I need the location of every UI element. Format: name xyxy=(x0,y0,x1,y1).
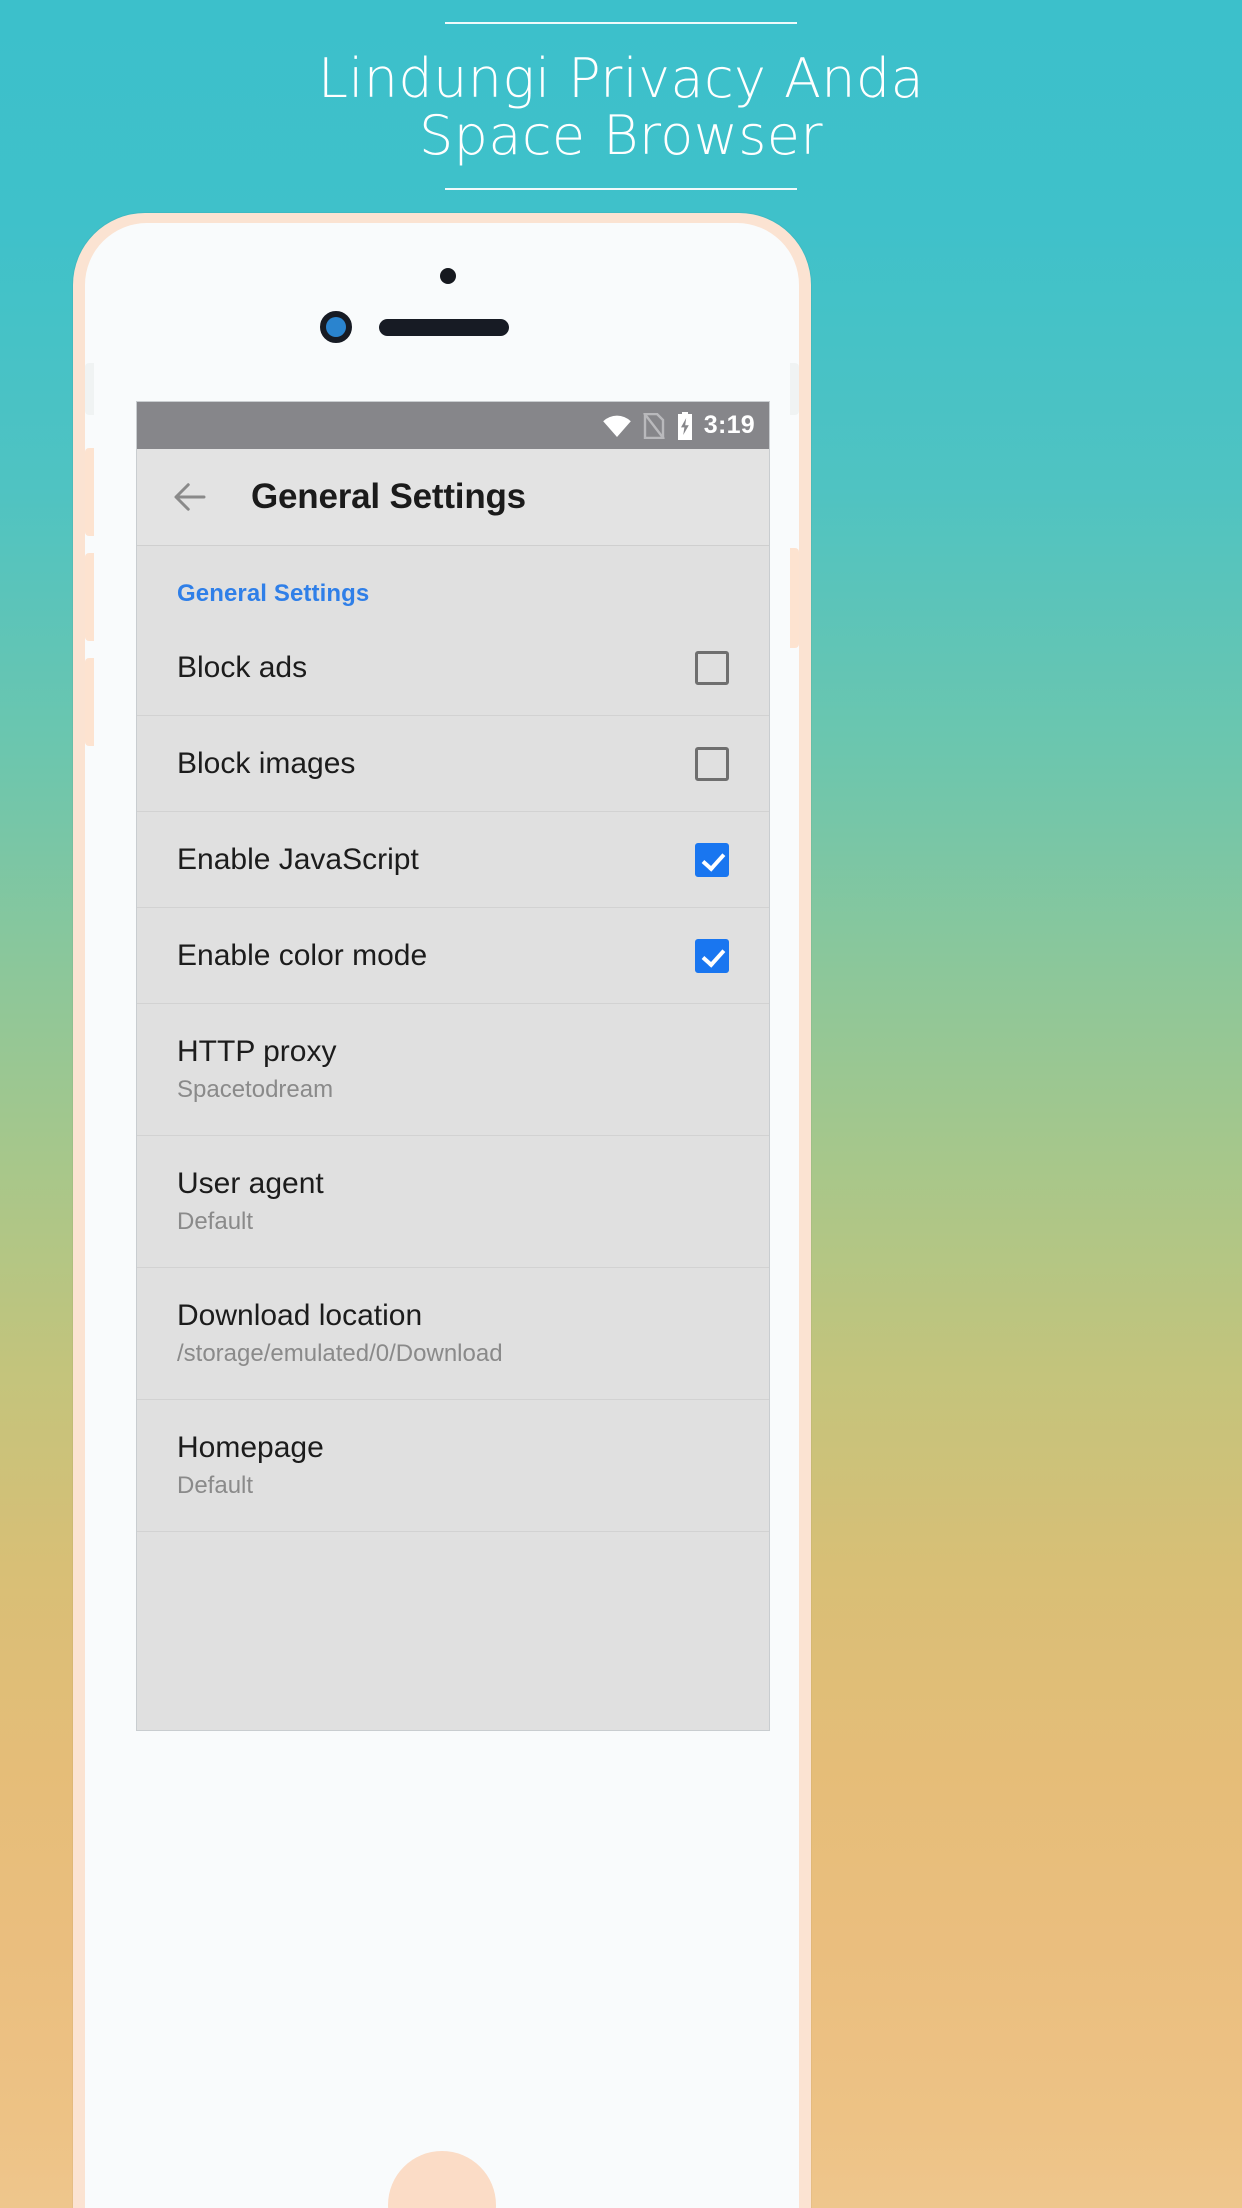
promo-screenshot: Lindungi Privacy Anda Space Browser 3:19… xyxy=(0,0,1242,2208)
earpiece-speaker-icon xyxy=(379,319,509,336)
block-images-checkbox[interactable] xyxy=(695,746,729,781)
setting-label: Block ads xyxy=(177,650,308,684)
setting-label: Homepage xyxy=(177,1431,324,1464)
setting-value: Spacetodream xyxy=(177,1076,334,1103)
setting-row-homepage[interactable]: Homepage Default xyxy=(137,1400,769,1532)
camera-lens-icon xyxy=(326,317,346,337)
promo-headline: Lindungi Privacy Anda Space Browser xyxy=(0,50,1242,164)
android-status-bar: 3:19 xyxy=(137,402,769,449)
setting-row-user-agent[interactable]: User agent Default xyxy=(137,1136,769,1268)
front-camera-icon xyxy=(320,311,352,343)
power-button[interactable] xyxy=(790,548,799,648)
promo-headline-line2: Space Browser xyxy=(418,104,824,167)
status-bar-icons xyxy=(602,411,694,440)
setting-label: Enable JavaScript xyxy=(177,842,419,876)
setting-row-download-location[interactable]: Download location /storage/emulated/0/Do… xyxy=(137,1268,769,1400)
setting-row-http-proxy[interactable]: HTTP proxy Spacetodream xyxy=(137,1004,769,1136)
home-button[interactable] xyxy=(388,2151,496,2208)
battery-charging-icon xyxy=(677,411,692,440)
wifi-icon xyxy=(602,415,631,437)
phone-frame-body: 3:19 General Settings General Settings B… xyxy=(85,223,799,2208)
setting-label: User agent xyxy=(177,1167,324,1200)
promo-header: Lindungi Privacy Anda Space Browser xyxy=(0,0,1242,190)
header-rule-bottom xyxy=(445,188,797,190)
enable-javascript-checkbox[interactable] xyxy=(695,842,729,877)
page-title: General Settings xyxy=(251,477,526,516)
status-bar-clock: 3:19 xyxy=(703,411,755,439)
mute-switch-button[interactable] xyxy=(85,363,94,415)
volume-down-button[interactable] xyxy=(85,553,94,641)
back-arrow-icon[interactable] xyxy=(169,476,211,518)
enable-color-mode-checkbox[interactable] xyxy=(695,938,729,973)
volume-up-button[interactable] xyxy=(85,448,94,536)
block-ads-checkbox[interactable] xyxy=(695,650,729,685)
setting-value: Default xyxy=(177,1208,254,1235)
setting-row-enable-color-mode[interactable]: Enable color mode xyxy=(137,908,769,1004)
setting-row-block-ads[interactable]: Block ads xyxy=(137,620,769,716)
setting-label: Enable color mode xyxy=(177,938,428,972)
setting-label: Download location xyxy=(177,1299,423,1332)
setting-label: Block images xyxy=(177,746,356,780)
volume-extra-button[interactable] xyxy=(85,658,94,746)
setting-row-enable-javascript[interactable]: Enable JavaScript xyxy=(137,812,769,908)
phone-mockup: 3:19 General Settings General Settings B… xyxy=(73,213,811,2208)
app-bar: General Settings xyxy=(137,449,769,546)
header-rule-top xyxy=(445,22,797,24)
phone-screen: 3:19 General Settings General Settings B… xyxy=(136,401,770,1731)
setting-row-block-images[interactable]: Block images xyxy=(137,716,769,812)
section-header-general: General Settings xyxy=(177,580,370,607)
setting-value: Default xyxy=(177,1472,254,1499)
promo-headline-line1: Lindungi Privacy Anda xyxy=(317,47,925,110)
power-button-top[interactable] xyxy=(790,363,799,415)
setting-label: HTTP proxy xyxy=(177,1035,337,1068)
setting-value: /storage/emulated/0/Download xyxy=(177,1340,503,1367)
sim-missing-icon xyxy=(642,412,665,439)
proximity-sensor-icon xyxy=(440,268,456,284)
settings-list: General Settings Block ads Block images … xyxy=(137,546,769,1532)
